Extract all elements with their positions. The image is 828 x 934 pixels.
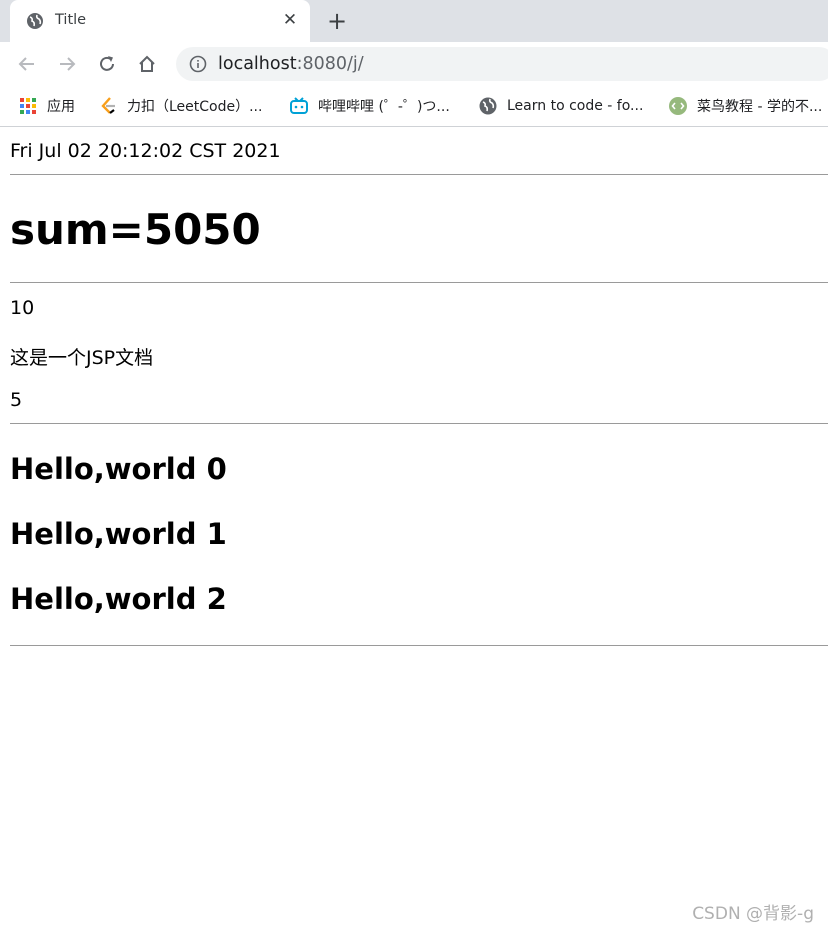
forward-arrow-icon: [60, 57, 76, 71]
url-host: localhost: [218, 54, 297, 74]
divider: [10, 282, 828, 283]
plus-icon[interactable]: +: [326, 9, 348, 33]
hello-heading: Hello,world 0: [10, 452, 227, 486]
browser-window: Title ✕ + localhost:8080/j/ 应用 力扣（LeetCo…: [0, 0, 828, 934]
bookmarks-bar: 应用 力扣（LeetCode）... 哔哩哔哩 (゜-゜)つ... Learn …: [0, 86, 828, 127]
hello-heading: Hello,world 2: [10, 582, 227, 616]
apps-grid-icon: [20, 98, 36, 114]
globe-icon: [27, 13, 43, 29]
sum-heading: sum=5050: [10, 205, 261, 254]
url-path: :8080/j/: [296, 54, 364, 74]
bookmark-bilibili[interactable]: 哔哩哔哩 (゜-゜)つ...: [289, 96, 450, 116]
current-date: Fri Jul 02 20:12:02 CST 2021: [10, 140, 281, 162]
tab-title-page[interactable]: Title ✕: [10, 0, 310, 42]
bookmark-label: 哔哩哔哩 (゜-゜)つ...: [318, 99, 450, 115]
value-line: 10: [10, 297, 35, 319]
bilibili-icon: [290, 97, 308, 114]
back-arrow-icon: [18, 57, 34, 71]
close-icon[interactable]: ✕: [281, 11, 299, 29]
bookmark-label: Learn to code - fo...: [507, 98, 644, 114]
tab-strip: Title ✕ +: [0, 0, 828, 42]
divider: [10, 174, 828, 175]
divider: [10, 423, 828, 424]
runoob-icon: [669, 97, 687, 115]
address-bar[interactable]: localhost:8080/j/: [176, 47, 828, 81]
tab-title: Title: [55, 12, 87, 28]
url-text[interactable]: localhost:8080/j/: [218, 54, 364, 74]
reload-button[interactable]: [96, 53, 118, 75]
bookmark-leetcode[interactable]: 力扣（LeetCode）...: [98, 96, 262, 116]
watermark: CSDN @背影-g: [692, 904, 814, 924]
bookmark-learn-to-code[interactable]: Learn to code - fo...: [478, 96, 643, 116]
bookmark-label: 菜鸟教程 - 学的不...: [697, 99, 823, 115]
value-line: 5: [10, 389, 23, 411]
hello-heading: Hello,world 1: [10, 517, 227, 551]
forward-button[interactable]: [56, 53, 78, 75]
reload-icon: [100, 56, 114, 71]
info-icon[interactable]: [189, 55, 207, 73]
leetcode-icon: [101, 97, 115, 114]
home-icon: [139, 55, 155, 72]
text-line: 这是一个JSP文档: [10, 347, 154, 369]
bookmark-apps[interactable]: 应用: [18, 96, 75, 116]
globe-icon: [479, 97, 497, 115]
bookmark-label: 力扣（LeetCode）...: [127, 99, 263, 115]
bookmark-label: 应用: [47, 99, 75, 115]
home-button[interactable]: [136, 53, 158, 75]
back-button[interactable]: [16, 53, 38, 75]
divider: [10, 645, 828, 646]
toolbar: localhost:8080/j/: [0, 42, 828, 86]
bookmark-runoob[interactable]: 菜鸟教程 - 学的不...: [668, 96, 822, 116]
